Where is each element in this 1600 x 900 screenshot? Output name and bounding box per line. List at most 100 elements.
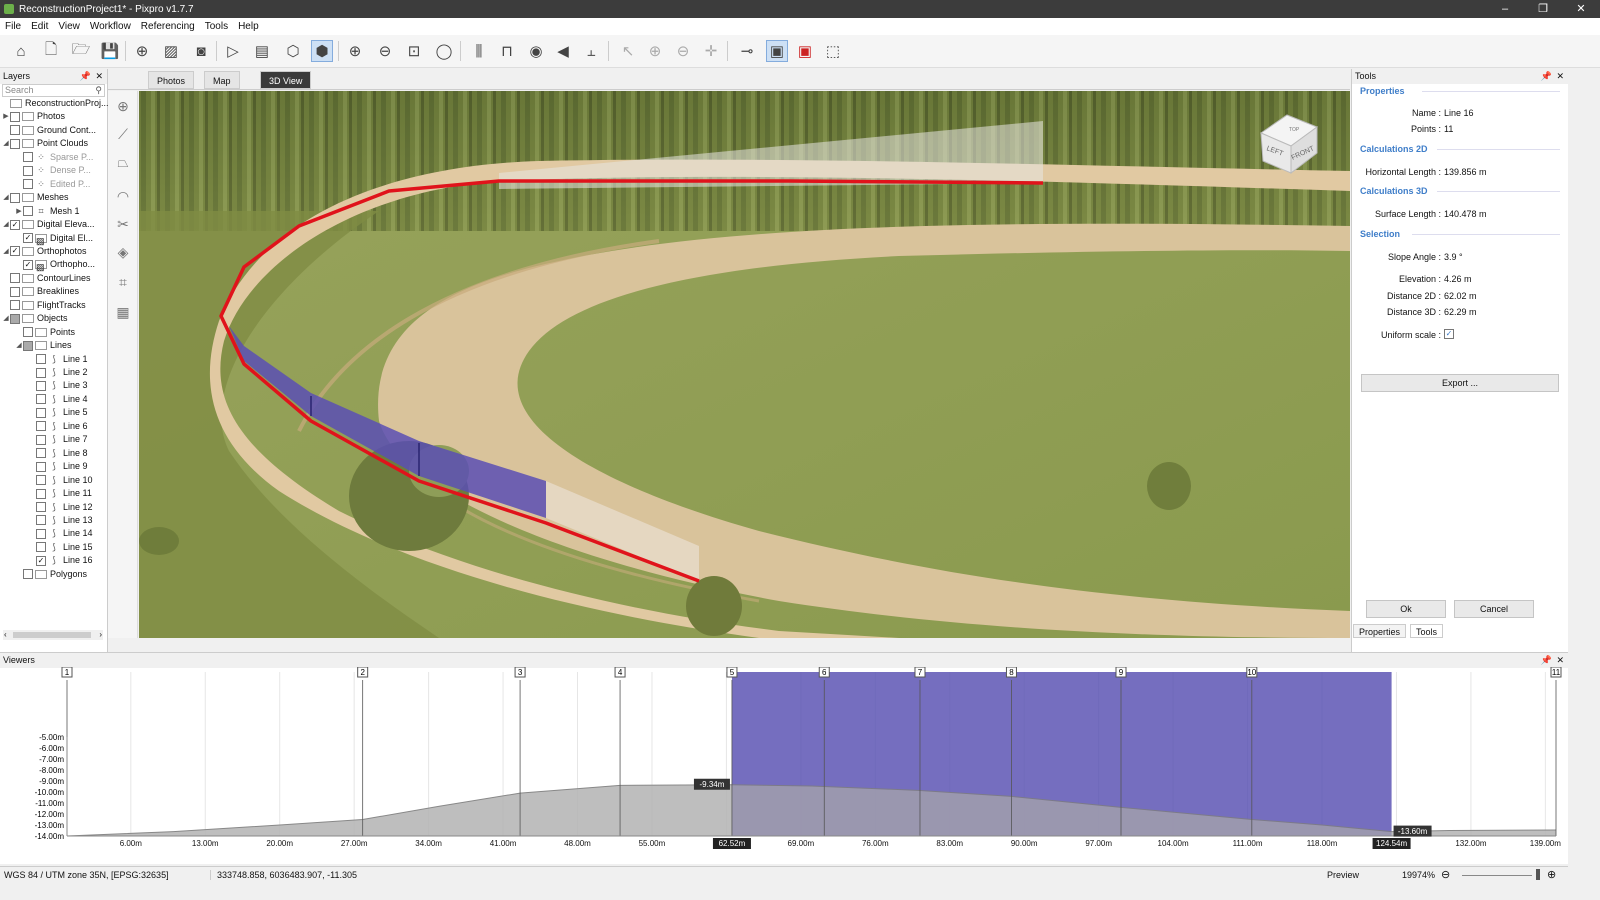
cube-wire-icon[interactable]: ⬡ [282, 40, 304, 62]
layer-item[interactable]: ⟆ Line 10 [28, 474, 93, 487]
layer-item[interactable]: ◢ ✓ Digital Eleva... [2, 218, 95, 231]
expand-arrow-icon[interactable]: ▶ [15, 205, 23, 218]
layer-checkbox[interactable] [36, 421, 46, 432]
tab-properties[interactable]: Properties [1353, 624, 1407, 638]
layer-checkbox[interactable] [36, 367, 46, 378]
surface-icon[interactable]: ◠ [114, 187, 132, 205]
layer-item[interactable]: ⟆ Line 11 [28, 487, 92, 500]
layer-checkbox[interactable] [36, 407, 46, 418]
layer-checkbox[interactable] [10, 313, 20, 324]
expand-arrow-icon[interactable]: ◢ [2, 312, 10, 325]
layer-checkbox[interactable] [10, 273, 20, 284]
save-icon[interactable]: 💾 [99, 40, 121, 62]
expand-arrow-icon[interactable]: ◢ [2, 245, 10, 258]
layer-item[interactable]: ⁘ Edited P... [15, 178, 90, 191]
layer-item[interactable]: ▶ ⌗ Mesh 1 [15, 205, 80, 218]
layer-checkbox[interactable] [23, 165, 33, 176]
grid-icon[interactable]: ▦ [114, 303, 132, 321]
layer-checkbox[interactable] [36, 434, 46, 445]
layer-item[interactable]: ◢ ✓ Orthophotos [2, 245, 87, 258]
layer-item[interactable]: ⟆ Line 8 [28, 447, 88, 460]
layer-item[interactable]: ✓ ▨ Orthopho... [15, 258, 95, 272]
layer-checkbox[interactable] [23, 179, 33, 190]
layer-checkbox[interactable] [36, 448, 46, 459]
layer-checkbox[interactable] [23, 340, 33, 351]
cut-icon[interactable]: ✂ [114, 215, 132, 233]
search-icon[interactable]: ⚲ [95, 85, 102, 96]
layer-checkbox[interactable] [10, 300, 20, 311]
layer-item[interactable]: ⟆ Line 9 [28, 460, 88, 473]
home-icon[interactable]: ⌂ [10, 40, 32, 62]
point-add-icon[interactable]: ⊕ [644, 40, 666, 62]
3d-viewport[interactable]: TOP LEFT FRONT [139, 91, 1350, 638]
cancel-button[interactable]: Cancel [1454, 600, 1534, 618]
camera-icon[interactable]: ◙ [190, 40, 212, 62]
layer-checkbox[interactable] [10, 125, 20, 136]
layer-item[interactable]: ⟆ Line 13 [28, 514, 93, 527]
layer-item[interactable]: ▶ Photos [2, 110, 65, 123]
pin-icon[interactable]: 📌 [1541, 69, 1552, 84]
fill-icon[interactable]: ◈ [114, 243, 132, 261]
new-file-icon[interactable]: 🗋 [40, 40, 62, 62]
layer-checkbox[interactable] [10, 286, 20, 297]
measure-icon[interactable]: ⊓ [496, 40, 518, 62]
layer-item[interactable]: ContourLines [2, 272, 91, 285]
menu-referencing[interactable]: Referencing [136, 21, 200, 32]
select-rect-icon[interactable]: ⬚ [822, 40, 844, 62]
zoom-slider[interactable] [1462, 875, 1532, 876]
cube-solid-icon[interactable]: ⬢ [311, 40, 333, 62]
layer-item[interactable]: Breaklines [2, 285, 79, 298]
zoom-out-icon[interactable]: ⊖ [1441, 868, 1450, 881]
layer-item[interactable]: ReconstructionProj... [2, 97, 109, 110]
tab-photos[interactable]: Photos [148, 71, 195, 89]
layer-item[interactable]: Polygons [15, 568, 87, 581]
uniform-scale-checkbox[interactable]: ✓ [1444, 329, 1454, 339]
crop-icon[interactable]: ⌗ [114, 273, 132, 291]
layer-item[interactable]: ⟆ Line 4 [28, 393, 88, 406]
open-folder-icon[interactable]: 🗁 [70, 40, 92, 62]
view-box-icon[interactable]: ▣ [766, 40, 788, 62]
layer-checkbox[interactable]: ✓ [10, 246, 20, 257]
layer-item[interactable]: ⟆ Line 1 [28, 353, 88, 366]
batch-icon[interactable]: ▤ [251, 40, 273, 62]
close-icon[interactable]: ✕ [95, 69, 103, 84]
pointer-add-icon[interactable]: ↖ [617, 40, 639, 62]
layer-item[interactable]: ⟆ Line 12 [28, 501, 93, 514]
layer-item[interactable]: ⟆ Line 14 [28, 527, 93, 540]
tab-map[interactable]: Map [204, 71, 240, 89]
layer-checkbox[interactable]: ✓ [23, 233, 33, 243]
layer-item[interactable]: ◢ Meshes [2, 191, 69, 204]
layer-checkbox[interactable]: ✓ [10, 219, 20, 230]
export-button[interactable]: Export ... [1361, 374, 1559, 392]
layer-checkbox[interactable] [23, 327, 33, 338]
zoom-in-icon[interactable]: ⊕ [344, 40, 366, 62]
layer-item[interactable]: Ground Cont... [2, 124, 96, 137]
layer-checkbox[interactable] [10, 138, 20, 149]
layer-search-input[interactable]: Search ⚲ [2, 84, 105, 97]
menu-file[interactable]: File [0, 21, 26, 32]
expand-arrow-icon[interactable]: ▶ [2, 110, 10, 123]
minimize-button[interactable]: – [1486, 0, 1524, 18]
layer-checkbox[interactable] [36, 380, 46, 391]
menu-edit[interactable]: Edit [26, 21, 53, 32]
layer-item[interactable]: FlightTracks [2, 299, 86, 312]
point-remove-icon[interactable]: ⊖ [672, 40, 694, 62]
layer-checkbox[interactable] [36, 354, 46, 365]
zoom-window-icon[interactable]: ◯ [433, 40, 455, 62]
close-button[interactable]: ✕ [1562, 0, 1600, 18]
ok-button[interactable]: Ok [1366, 600, 1446, 618]
layer-checkbox[interactable] [36, 542, 46, 553]
close-icon[interactable]: ✕ [1556, 69, 1564, 84]
layer-item[interactable]: ◢ Lines [15, 339, 72, 352]
layer-item[interactable]: ⟆ Line 5 [28, 406, 88, 419]
layer-checkbox[interactable] [36, 502, 46, 512]
target-icon[interactable]: ⊕ [131, 40, 153, 62]
plane-icon[interactable]: ◀ [552, 40, 574, 62]
layer-checkbox[interactable] [36, 394, 46, 405]
point-move-icon[interactable]: ✛ [700, 40, 722, 62]
crosshair-icon[interactable]: ⊕ [114, 97, 132, 115]
zoom-slider-handle[interactable] [1536, 869, 1540, 880]
layer-item[interactable]: Points [15, 326, 75, 339]
layer-item[interactable]: ⟆ Line 15 [28, 541, 93, 554]
layer-item[interactable]: ✓ ▨ Digital El... [15, 232, 93, 246]
